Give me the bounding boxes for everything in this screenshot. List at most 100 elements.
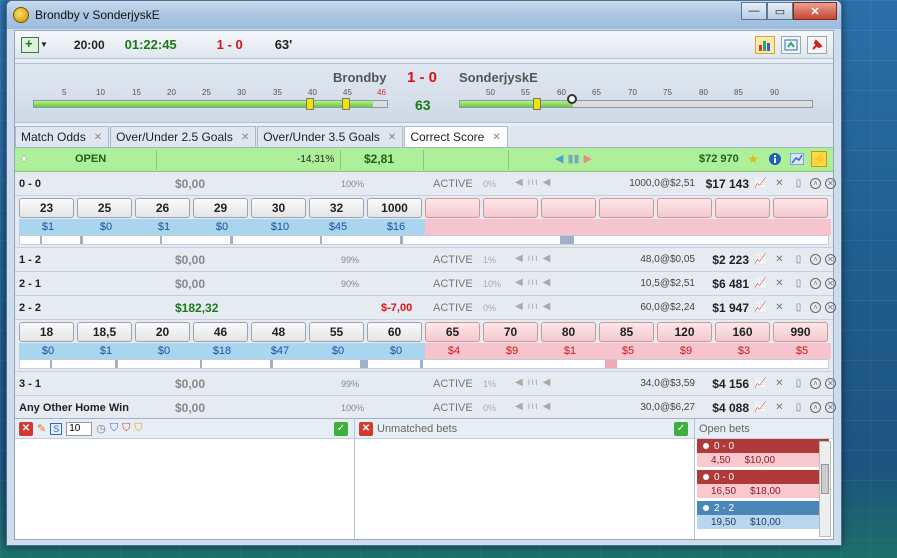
back-price[interactable]: 18 — [19, 322, 74, 342]
arrow-left-icon[interactable]: ◀ — [555, 152, 563, 165]
window-up-icon[interactable] — [781, 36, 801, 54]
back-price[interactable]: 46 — [193, 322, 248, 342]
lay-price[interactable] — [425, 198, 480, 218]
close-icon[interactable]: ✕ — [241, 132, 249, 143]
shield-red-icon[interactable]: ⛉ — [122, 422, 130, 435]
chart-icon[interactable]: 📈 — [753, 252, 768, 266]
open-bet[interactable]: 0 - 0 16,50 $18,00 — [697, 470, 829, 498]
crossed-arrows-icon[interactable]: ✕ — [772, 376, 787, 390]
lay-price[interactable] — [715, 198, 770, 218]
back-price[interactable]: 48 — [251, 322, 306, 342]
back-price[interactable]: 26 — [135, 198, 190, 218]
close-icon[interactable]: ✕ — [94, 132, 102, 143]
tab-match-odds[interactable]: Match Odds ✕ — [15, 126, 110, 147]
lay-price[interactable] — [657, 198, 712, 218]
chart-icon[interactable]: 📈 — [753, 276, 768, 290]
back-price[interactable]: 25 — [77, 198, 132, 218]
bar-chart-icon[interactable] — [755, 36, 775, 54]
chart-icon[interactable]: 📈 — [753, 400, 768, 414]
s-icon[interactable]: S — [50, 422, 63, 435]
expand-icon[interactable]: ˄ — [810, 402, 821, 413]
back-price[interactable]: 18,5 — [77, 322, 132, 342]
chart-icon[interactable]: 📈 — [753, 300, 768, 314]
ladder-icon[interactable]: ▯ — [791, 176, 806, 190]
scroll-thumb[interactable] — [821, 464, 829, 494]
brush-icon[interactable]: ✎ — [37, 422, 46, 435]
close-icon[interactable]: ✕ — [388, 132, 396, 143]
lay-price[interactable]: 80 — [541, 322, 596, 342]
tab-over-under-2-5[interactable]: Over/Under 2.5 Goals ✕ — [110, 126, 257, 147]
back-price[interactable]: 29 — [193, 198, 248, 218]
lay-price[interactable]: 990 — [773, 322, 828, 342]
lay-price[interactable] — [773, 198, 828, 218]
title-bar[interactable]: Brondby v SonderjyskE — ▭ ✕ — [7, 1, 841, 29]
back-price[interactable]: 20 — [135, 322, 190, 342]
info-icon[interactable] — [767, 151, 783, 167]
stake-stepper[interactable] — [66, 421, 93, 436]
confirm-icon[interactable]: ✓ — [334, 421, 348, 436]
lay-price[interactable]: 120 — [657, 322, 712, 342]
shield-blue-icon[interactable]: ⛉ — [110, 422, 118, 435]
pin-icon[interactable] — [807, 36, 827, 54]
ladder-icon[interactable]: ▯ — [791, 276, 806, 290]
ladder-icon[interactable]: ▯ — [791, 252, 806, 266]
runner-row[interactable]: Any Other Home Win $0,00 100% ACTIVE 0% … — [15, 396, 836, 420]
ladder-icon[interactable]: ▯ — [791, 300, 806, 314]
crossed-arrows-icon[interactable]: ✕ — [772, 300, 787, 314]
add-market-icon[interactable] — [21, 36, 39, 53]
lightning-icon[interactable]: ⚡ — [811, 151, 827, 167]
expand-icon[interactable]: ˄ — [810, 378, 821, 389]
runner-row[interactable]: 2 - 1 $0,00 90% ACTIVE 10% ◀ ııı ◀ 10,5@… — [15, 272, 836, 296]
arrow-right-icon[interactable]: ▶ — [584, 152, 592, 165]
lay-price[interactable]: 85 — [599, 322, 654, 342]
runner-row[interactable]: 1 - 2 $0,00 99% ACTIVE 1% ◀ ııı ◀ 48,0@$… — [15, 248, 836, 272]
confirm-icon[interactable]: ✓ — [674, 421, 688, 436]
back-price[interactable]: 60 — [367, 322, 422, 342]
close-icon[interactable]: ✕ — [825, 278, 836, 289]
minimize-button[interactable]: — — [741, 2, 767, 20]
expand-icon[interactable]: ˄ — [810, 254, 821, 265]
chart-icon[interactable]: 📈 — [753, 176, 768, 190]
chart-icon[interactable] — [789, 151, 805, 167]
chart-icon[interactable]: 📈 — [753, 376, 768, 390]
cancel-icon[interactable]: ✕ — [19, 421, 33, 436]
close-icon[interactable]: ✕ — [825, 378, 836, 389]
ladder-icon[interactable]: ▯ — [791, 376, 806, 390]
runner-row[interactable]: 2 - 2 $182,32 $-7,00 ACTIVE 0% ◀ ııı ◀ 6… — [15, 296, 836, 320]
clock-icon[interactable]: ◷ — [96, 422, 106, 435]
close-icon[interactable]: ✕ — [825, 254, 836, 265]
close-icon[interactable]: ✕ — [825, 302, 836, 313]
maximize-button[interactable]: ▭ — [767, 2, 793, 20]
runner-row[interactable]: 3 - 1 $0,00 99% ACTIVE 1% ◀ ııı ◀ 34,0@$… — [15, 372, 836, 396]
close-icon[interactable]: ✕ — [825, 402, 836, 413]
lay-price[interactable] — [599, 198, 654, 218]
star-icon[interactable]: ★ — [745, 151, 761, 167]
tab-over-under-3-5[interactable]: Over/Under 3.5 Goals ✕ — [257, 126, 404, 147]
back-price[interactable]: 55 — [309, 322, 364, 342]
lay-price[interactable]: 65 — [425, 322, 480, 342]
lay-price[interactable] — [541, 198, 596, 218]
ladder-icon[interactable]: ▯ — [791, 400, 806, 414]
crossed-arrows-icon[interactable]: ✕ — [772, 276, 787, 290]
back-price[interactable]: 32 — [309, 198, 364, 218]
crossed-arrows-icon[interactable]: ✕ — [772, 252, 787, 266]
lay-price[interactable] — [483, 198, 538, 218]
back-price[interactable]: 1000 — [367, 198, 422, 218]
open-bet[interactable]: 0 - 0 4,50 $10,00 — [697, 439, 829, 467]
crossed-arrows-icon[interactable]: ✕ — [772, 176, 787, 190]
tab-correct-score[interactable]: Correct Score ✕ — [404, 126, 508, 147]
lay-price[interactable]: 70 — [483, 322, 538, 342]
runner-row[interactable]: 0 - 0 $0,00 100% ACTIVE 0% ◀ ııı ◀ 1000,… — [15, 172, 836, 196]
close-icon[interactable]: ✕ — [825, 178, 836, 189]
back-price[interactable]: 30 — [251, 198, 306, 218]
lay-price[interactable]: 160 — [715, 322, 770, 342]
open-bets-scrollbar[interactable] — [819, 441, 831, 537]
shield-yellow-icon[interactable]: ⛉ — [134, 422, 142, 435]
collapse-icon[interactable]: ˄ — [810, 178, 821, 189]
expand-icon[interactable]: ˄ — [810, 278, 821, 289]
collapse-icon[interactable]: ˄ — [810, 302, 821, 313]
close-button[interactable]: ✕ — [793, 2, 837, 20]
pause-icon[interactable]: ▮▮ — [567, 152, 579, 165]
crossed-arrows-icon[interactable]: ✕ — [772, 400, 787, 414]
back-price[interactable]: 23 — [19, 198, 74, 218]
